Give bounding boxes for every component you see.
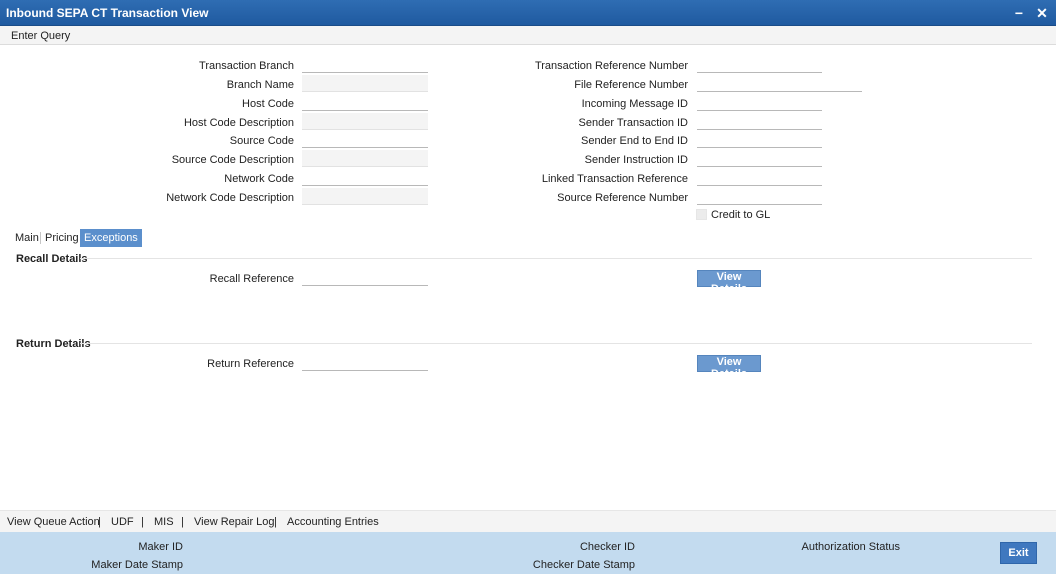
incoming-message-id-input[interactable] bbox=[697, 94, 822, 111]
host-code-description-input[interactable] bbox=[302, 113, 428, 130]
network-code-description-input[interactable] bbox=[302, 188, 428, 205]
sender-transaction-id-input[interactable] bbox=[697, 113, 822, 130]
branch-name-input[interactable] bbox=[302, 75, 428, 92]
accounting-entries-link[interactable]: Accounting Entries bbox=[287, 516, 379, 528]
network-code-label: Network Code bbox=[224, 173, 294, 185]
sender-transaction-id-label: Sender Transaction ID bbox=[578, 117, 688, 129]
udf-link[interactable]: UDF bbox=[111, 516, 134, 528]
action-bar: View Queue Action | UDF | MIS | View Rep… bbox=[0, 510, 1056, 532]
incoming-message-id-label: Incoming Message ID bbox=[581, 98, 688, 110]
action-separator: | bbox=[274, 516, 277, 528]
window-title: Inbound SEPA CT Transaction View bbox=[6, 6, 209, 20]
tab-pricing[interactable]: Pricing bbox=[41, 229, 83, 247]
audit-footer: Maker ID Maker Date Stamp Checker ID Che… bbox=[0, 532, 1056, 574]
sender-instruction-id-input[interactable] bbox=[697, 150, 822, 167]
recall-reference-label: Recall Reference bbox=[209, 273, 294, 285]
minimize-icon[interactable]: − bbox=[1009, 3, 1029, 23]
host-code-input[interactable] bbox=[302, 94, 428, 111]
sender-instruction-id-label: Sender Instruction ID bbox=[584, 154, 688, 166]
network-code-description-label: Network Code Description bbox=[166, 192, 294, 204]
network-code-input[interactable] bbox=[302, 169, 428, 186]
transaction-reference-number-label: Transaction Reference Number bbox=[534, 60, 688, 72]
host-code-label: Host Code bbox=[242, 98, 294, 110]
source-code-input[interactable] bbox=[302, 131, 428, 148]
source-reference-number-input[interactable] bbox=[697, 188, 822, 205]
close-icon[interactable]: ✕ bbox=[1032, 3, 1052, 23]
branch-name-label: Branch Name bbox=[226, 79, 294, 91]
view-repair-log-link[interactable]: View Repair Log bbox=[194, 516, 275, 528]
linked-transaction-reference-input[interactable] bbox=[697, 169, 822, 186]
tab-exceptions[interactable]: Exceptions bbox=[80, 229, 142, 247]
authorization-status-label: Authorization Status bbox=[801, 541, 900, 553]
maker-id-label: Maker ID bbox=[138, 541, 183, 553]
source-code-description-label: Source Code Description bbox=[171, 154, 294, 166]
view-queue-action-link[interactable]: View Queue Action bbox=[7, 516, 100, 528]
file-reference-number-label: File Reference Number bbox=[574, 79, 688, 91]
host-code-description-label: Host Code Description bbox=[183, 117, 294, 129]
transaction-reference-number-input[interactable] bbox=[697, 56, 822, 73]
mis-link[interactable]: MIS bbox=[154, 516, 174, 528]
recall-view-details-button[interactable]: View Details bbox=[697, 270, 761, 295]
linked-transaction-reference-label: Linked Transaction Reference bbox=[541, 173, 688, 185]
file-reference-number-input[interactable] bbox=[697, 75, 862, 92]
source-reference-number-label: Source Reference Number bbox=[557, 192, 688, 204]
return-reference-input[interactable] bbox=[302, 354, 428, 371]
return-reference-label: Return Reference bbox=[207, 358, 294, 370]
source-code-description-input[interactable] bbox=[302, 150, 428, 167]
checker-date-stamp-label: Checker Date Stamp bbox=[532, 559, 635, 571]
credit-to-gl-label: Credit to GL bbox=[711, 209, 771, 221]
return-view-details-button[interactable]: View Details bbox=[697, 355, 761, 380]
recall-reference-input[interactable] bbox=[302, 269, 428, 286]
menu-bar: Enter Query bbox=[0, 26, 1056, 45]
sender-end-to-end-id-label: Sender End to End ID bbox=[580, 135, 688, 147]
credit-to-gl-checkbox[interactable] bbox=[696, 209, 707, 220]
exit-button[interactable]: Exit bbox=[1000, 542, 1037, 564]
section-divider bbox=[80, 343, 1032, 344]
maker-date-stamp-label: Maker Date Stamp bbox=[91, 559, 183, 571]
enter-query-menu-item[interactable]: Enter Query bbox=[11, 30, 70, 42]
sender-end-to-end-id-input[interactable] bbox=[697, 131, 822, 148]
action-separator: | bbox=[181, 516, 184, 528]
tab-main[interactable]: Main bbox=[11, 229, 43, 247]
action-separator: | bbox=[141, 516, 144, 528]
section-divider bbox=[80, 258, 1032, 259]
return-details-heading: Return Details bbox=[16, 338, 91, 350]
title-bar: Inbound SEPA CT Transaction View − ✕ bbox=[0, 0, 1056, 26]
transaction-branch-input[interactable] bbox=[302, 56, 428, 73]
source-code-label: Source Code bbox=[229, 135, 294, 147]
transaction-branch-label: Transaction Branch bbox=[199, 60, 294, 72]
checker-id-label: Checker ID bbox=[579, 541, 635, 553]
action-separator: | bbox=[98, 516, 101, 528]
recall-details-heading: Recall Details bbox=[16, 253, 88, 265]
